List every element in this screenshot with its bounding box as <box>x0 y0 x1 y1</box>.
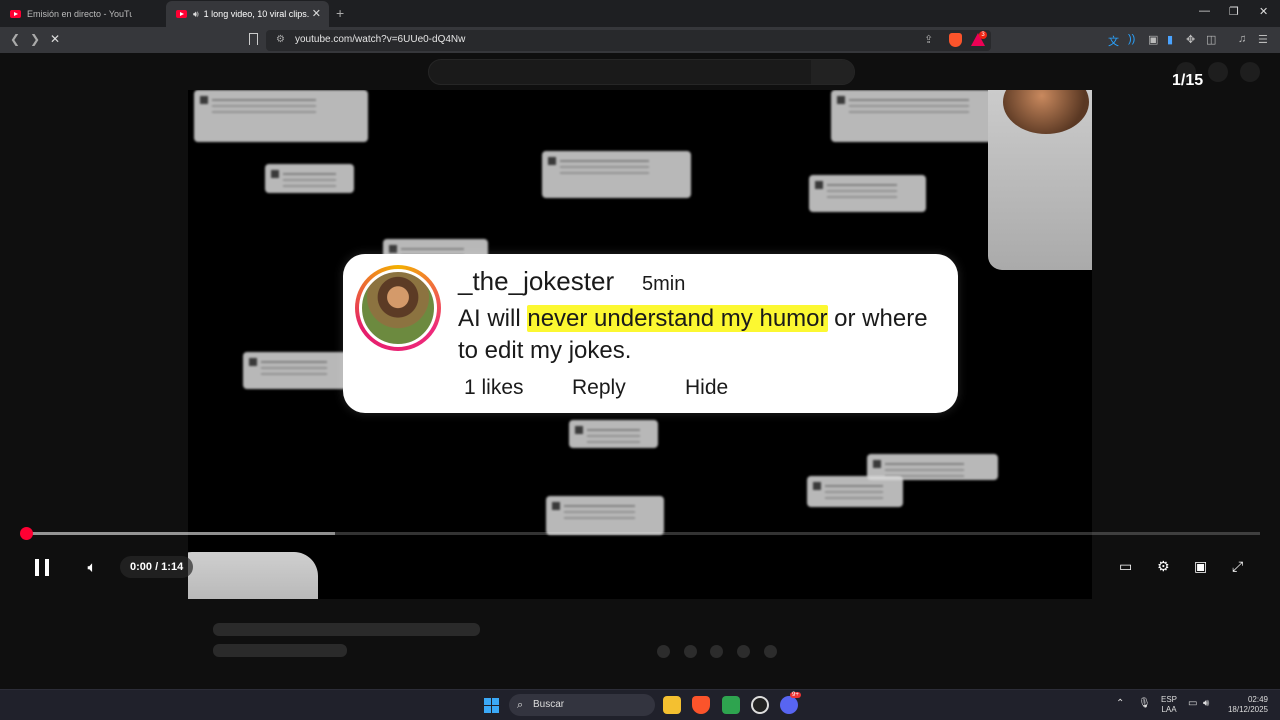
file-explorer-icon[interactable] <box>663 696 681 714</box>
background-comment-card <box>243 352 353 389</box>
fullscreen-icon[interactable]: ⤢ <box>1232 558 1243 575</box>
clock-date: 18/12/2025 <box>1227 705 1268 714</box>
microphone-icon[interactable]: 🎙︎ <box>1138 698 1151 709</box>
avatar-skeleton <box>1240 62 1260 82</box>
close-window-icon[interactable]: ✕ <box>1259 5 1268 18</box>
youtube-icon <box>10 10 21 18</box>
loading-dot <box>657 645 670 658</box>
tab-strip: Emisión en directo - YouTube Studio 🔊︎ 1… <box>0 0 1280 27</box>
highlighted-phrase: never understand my humor <box>527 305 828 332</box>
youtube-icon <box>176 10 187 18</box>
background-comment-card <box>542 151 691 198</box>
featured-comment-card: _the_jokester 5min AI will never underst… <box>343 254 958 413</box>
tray-overflow-icon[interactable]: ⌃ <box>1116 698 1124 709</box>
background-comment-card <box>546 496 664 535</box>
translate-extension-icon[interactable]: 文 <box>1108 33 1119 49</box>
clip-counter: 1/15 <box>1172 72 1204 89</box>
restore-icon[interactable]: ❐ <box>1229 5 1239 18</box>
settings-gear-icon[interactable]: ⚙︎ <box>1157 558 1170 575</box>
audio-playing-icon[interactable]: 🔊︎ <box>193 9 199 20</box>
comment-hide-label: Hide <box>685 376 729 399</box>
brave-browser-icon[interactable] <box>692 696 710 714</box>
discord-badge: 9+ <box>790 692 801 698</box>
search-icon: ⌕ <box>517 699 524 711</box>
back-icon[interactable]: ❮ <box>10 32 20 46</box>
comment-reply-label: Reply <box>572 376 626 399</box>
title-skeleton <box>213 623 480 636</box>
avatar-skeleton <box>1208 62 1228 82</box>
subtitles-icon[interactable]: ▭ <box>1119 558 1132 575</box>
minimize-icon[interactable]: — <box>1199 5 1210 17</box>
loading-dot <box>684 645 697 658</box>
subtitle-skeleton <box>213 644 347 657</box>
comment-likes: 1 likes <box>464 376 524 399</box>
app-icon[interactable] <box>722 696 740 714</box>
language-code: ESP <box>1161 695 1178 704</box>
media-playlist-icon[interactable]: ♫ <box>1238 33 1246 45</box>
buffered-bar <box>26 532 335 535</box>
pause-button[interactable] <box>24 553 60 581</box>
stop-loading-icon[interactable]: ✕ <box>50 32 60 46</box>
windows-taskbar: ⌕ Buscar 9+ ⌃ 🎙︎ ESP LAA ▭ 🔊︎ 02:49 18/1… <box>0 689 1280 720</box>
keyboard-layout: LAA <box>1161 705 1177 714</box>
menu-icon[interactable]: ☰ <box>1258 33 1268 46</box>
audio-extension-icon[interactable]: )) <box>1128 33 1135 45</box>
browser-toolbar: ❮ ❯ ✕ ⚙︎ youtube.com/watch?v=6UUe0-dQ4Nw… <box>0 27 1280 53</box>
bookmark-icon[interactable] <box>249 33 258 45</box>
url-text[interactable]: youtube.com/watch?v=6UUe0-dQ4Nw <box>295 34 465 45</box>
obs-icon[interactable] <box>751 696 769 714</box>
sidebar-icon[interactable]: ◫ <box>1206 33 1216 46</box>
share-icon[interactable]: ⇪ <box>924 33 933 46</box>
extension-icon[interactable]: ▮ <box>1167 33 1173 46</box>
theater-mode-icon[interactable]: ▣ <box>1194 558 1207 575</box>
new-tab-button[interactable]: + <box>336 5 344 21</box>
loading-dot <box>710 645 723 658</box>
brave-shields-icon[interactable] <box>949 33 962 47</box>
rewards-badge: 3 <box>979 31 987 39</box>
extension-icon[interactable]: ▣ <box>1148 33 1158 46</box>
background-comment-card <box>807 476 903 507</box>
comment-time: 5min <box>642 273 686 295</box>
address-bar[interactable]: ⚙︎ youtube.com/watch?v=6UUe0-dQ4Nw ⇪ 3 <box>266 30 991 51</box>
extensions-puzzle-icon[interactable]: ✥ <box>1186 33 1195 46</box>
tab-youtube-studio[interactable]: Emisión en directo - YouTube Studio <box>0 1 165 27</box>
system-clock[interactable]: 02:49 18/12/2025 <box>1224 695 1268 715</box>
site-info-icon[interactable]: ⚙︎ <box>276 34 285 45</box>
loading-dot <box>737 645 750 658</box>
forward-icon[interactable]: ❯ <box>30 32 40 46</box>
discord-icon[interactable] <box>780 696 798 714</box>
close-tab-icon[interactable]: ✕ <box>312 7 321 20</box>
youtube-page: 1/15 _the_jokester 5min AI will never un… <box>0 53 1280 700</box>
windows-start-icon[interactable] <box>484 698 499 713</box>
search-bar-skeleton <box>428 59 855 85</box>
pause-icon <box>35 558 49 576</box>
network-icon[interactable]: ▭ <box>1188 698 1197 709</box>
commenter-avatar <box>355 265 441 351</box>
background-panel <box>188 552 318 599</box>
comment-username: _the_jokester <box>458 266 615 296</box>
background-comment-card <box>809 175 926 212</box>
tab-label: 1 long video, 10 viral clips. Cr <box>203 9 309 19</box>
background-comment-card <box>569 420 658 448</box>
avatar-photo <box>359 269 437 347</box>
clock-time: 02:49 <box>1247 695 1268 704</box>
mute-button[interactable]: 🔈︎ <box>74 553 110 581</box>
tab-active-video[interactable]: 🔊︎ 1 long video, 10 viral clips. Cr ✕ <box>166 1 329 27</box>
background-comment-card <box>194 90 368 142</box>
speaker-icon[interactable]: 🔊︎ <box>1203 698 1209 709</box>
comment-text: AI will never understand my humor or whe… <box>458 303 928 367</box>
background-comment-card <box>265 164 354 193</box>
taskbar-search[interactable]: ⌕ Buscar <box>509 694 655 716</box>
time-display: 0:00 / 1:14 <box>120 556 194 578</box>
progress-scrubber[interactable] <box>20 527 33 540</box>
tab-label: Emisión en directo - YouTube Studio <box>27 9 132 19</box>
volume-icon: 🔈︎ <box>87 558 97 576</box>
language-indicator[interactable]: ESP LAA <box>1161 695 1177 715</box>
progress-bar[interactable] <box>26 532 1260 535</box>
comment-text-start: AI will <box>458 305 528 332</box>
search-placeholder: Buscar <box>533 699 565 710</box>
loading-dot <box>764 645 777 658</box>
